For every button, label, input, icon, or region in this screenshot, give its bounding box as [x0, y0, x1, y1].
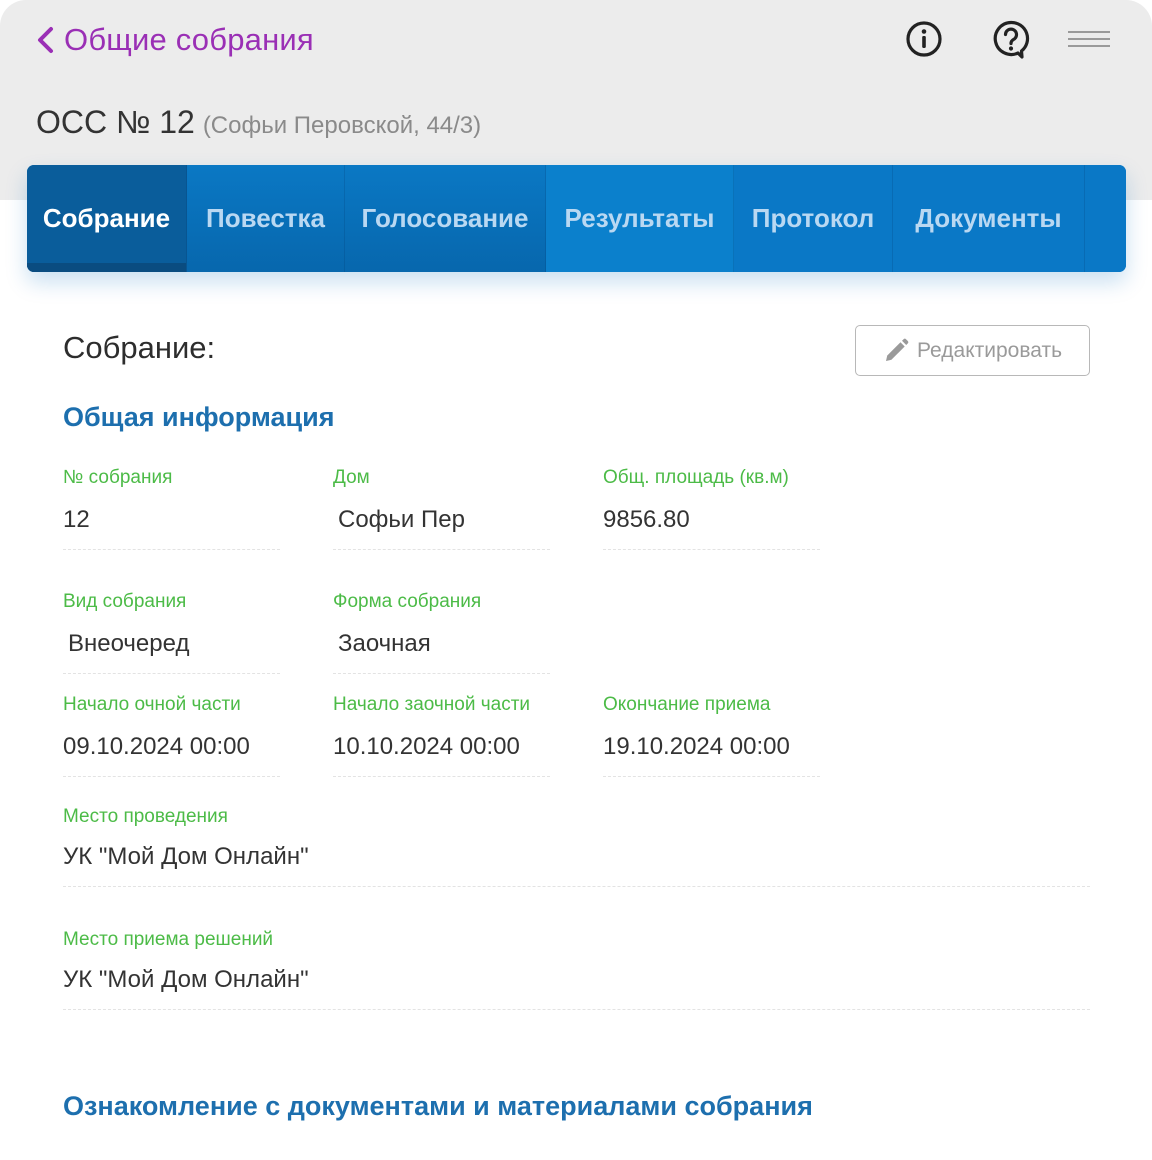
- field-meeting-number: № собрания 12: [63, 467, 280, 550]
- field-underline: [333, 673, 550, 674]
- field-value: 10.10.2024 00:00: [333, 733, 520, 760]
- field-value: Софьи Пер: [338, 506, 465, 533]
- field-underline: [333, 549, 550, 550]
- back-link-label: Общие собрания: [64, 22, 314, 57]
- field-underline: [63, 549, 280, 550]
- field-decision-place: Место приема решений УК "Мой Дом Онлайн": [63, 929, 1090, 1010]
- tab-bar-filler: [1085, 165, 1126, 272]
- info-button[interactable]: [904, 19, 944, 59]
- field-value: Внеочеред: [68, 630, 190, 657]
- field-absentee-start: Начало заочной части 10.10.2024 00:00: [333, 694, 550, 777]
- field-value: Заочная: [338, 630, 431, 657]
- help-icon: [993, 20, 1030, 59]
- field-house: Дом Софьи Пер: [333, 467, 550, 550]
- back-link[interactable]: Общие собрания: [34, 18, 314, 62]
- field-underline: [333, 776, 550, 777]
- tab-protocol[interactable]: Протокол: [734, 165, 893, 272]
- field-label: Начало заочной части: [333, 694, 531, 715]
- general-info-heading: Общая информация: [63, 402, 335, 432]
- tab-results[interactable]: Результаты: [546, 165, 734, 272]
- documents-heading: Ознакомление с документами и материалами…: [63, 1091, 813, 1121]
- field-label: Дом: [333, 467, 370, 488]
- tab-documents[interactable]: Документы: [893, 165, 1085, 272]
- field-label: Окончание приема: [603, 694, 771, 715]
- page-title: ОСС № 12 (Софьи Перовской, 44/3): [36, 104, 481, 144]
- field-meeting-kind: Вид собрания Внеочеред: [63, 591, 280, 674]
- meeting-address: (Софьи Перовской, 44/3): [202, 112, 482, 139]
- field-reception-end: Окончание приема 19.10.2024 00:00: [603, 694, 820, 777]
- field-value: УК "Мой Дом Онлайн": [63, 966, 309, 993]
- tab-voting[interactable]: Голосование: [345, 165, 546, 272]
- menu-icon: [1068, 31, 1110, 47]
- field-venue: Место проведения УК "Мой Дом Онлайн": [63, 806, 1090, 887]
- edit-button-label: Редактировать: [916, 338, 1063, 362]
- edit-button[interactable]: Редактировать: [855, 325, 1090, 376]
- pencil-icon: [885, 338, 909, 361]
- field-value: 19.10.2024 00:00: [603, 733, 790, 760]
- field-underline: [603, 549, 820, 550]
- field-value: 12: [63, 506, 90, 533]
- section-title: Собрание:: [63, 330, 216, 365]
- chevron-left-icon: [38, 27, 53, 53]
- tab-agenda[interactable]: Повестка: [187, 165, 345, 272]
- menu-button[interactable]: [1068, 19, 1110, 59]
- field-underline: [63, 673, 280, 674]
- field-value: 9856.80: [603, 506, 690, 533]
- field-total-area: Общ. площадь (кв.м) 9856.80: [603, 467, 820, 550]
- field-value: 09.10.2024 00:00: [63, 733, 250, 760]
- tab-meeting[interactable]: Собрание: [27, 165, 187, 272]
- field-value: УК "Мой Дом Онлайн": [63, 843, 309, 870]
- field-in-person-start: Начало очной части 09.10.2024 00:00: [63, 694, 280, 777]
- field-label: Место проведения: [63, 806, 228, 827]
- meeting-title: ОСС № 12: [36, 104, 195, 140]
- field-label: Место приема решений: [63, 929, 274, 950]
- info-icon: [906, 21, 942, 57]
- tab-bar: Собрание Повестка Голосование Результаты…: [27, 165, 1126, 272]
- field-meeting-form: Форма собрания Заочная: [333, 591, 550, 674]
- field-label: Общ. площадь (кв.м): [603, 467, 789, 488]
- field-label: Начало очной части: [63, 694, 241, 715]
- field-underline: [63, 1009, 1090, 1010]
- help-button[interactable]: [991, 19, 1031, 59]
- field-label: Вид собрания: [63, 591, 187, 612]
- field-underline: [63, 776, 280, 777]
- field-underline: [603, 776, 820, 777]
- field-underline: [63, 886, 1090, 887]
- field-label: Форма собрания: [333, 591, 482, 612]
- field-label: № собрания: [63, 467, 173, 488]
